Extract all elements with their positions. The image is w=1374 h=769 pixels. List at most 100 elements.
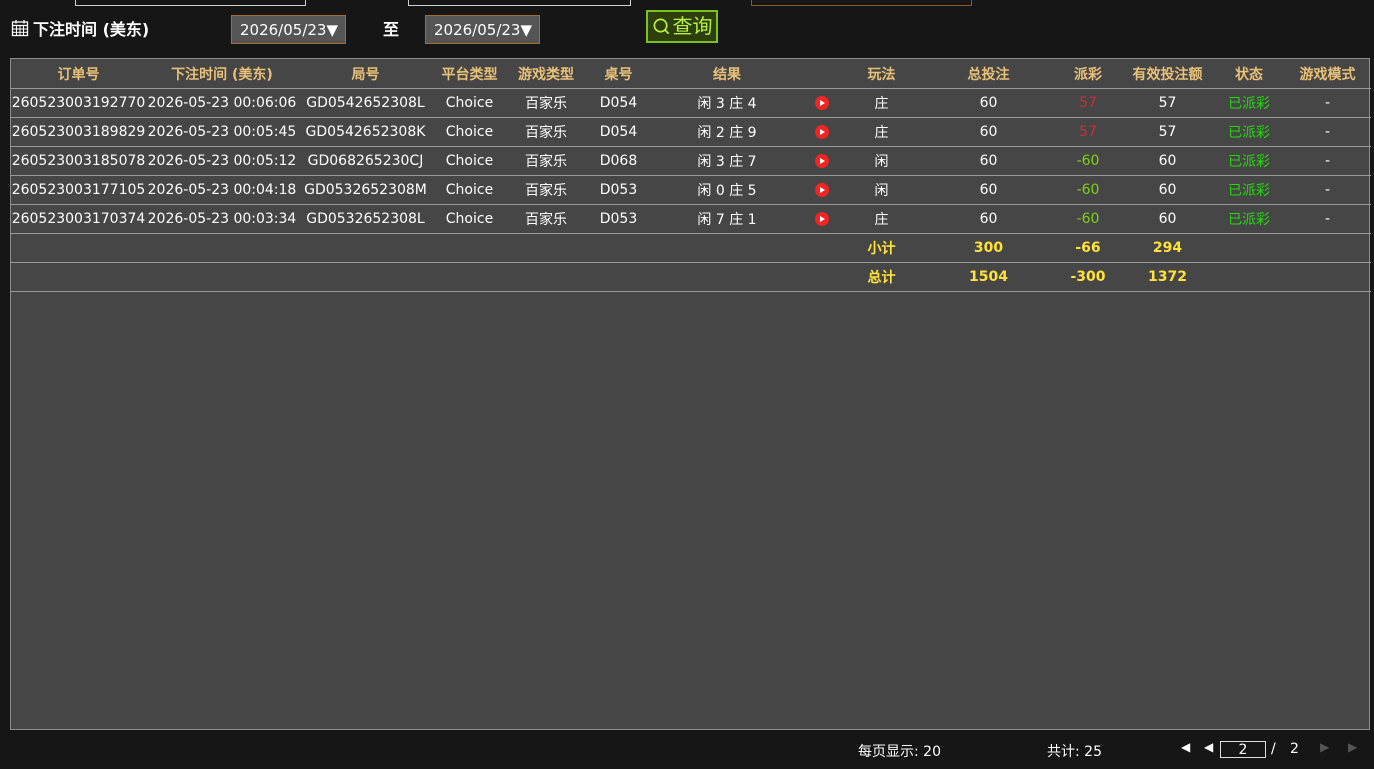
col-bet-time[interactable]: 下注时间 (美东) — [146, 59, 298, 89]
col-payout[interactable]: 派彩 — [1055, 59, 1121, 89]
query-button-label: 查询 — [672, 14, 713, 38]
col-status[interactable]: 状态 — [1214, 59, 1284, 89]
subtotal-bet: 300 — [922, 233, 1055, 263]
bet-time: 2026-05-23 00:05:45 — [146, 117, 298, 147]
game-type: 百家乐 — [506, 117, 586, 147]
table-row: 260523003170374 2026-05-23 00:03:34 GD05… — [11, 204, 1371, 234]
play: 闲 — [841, 175, 922, 205]
game-type: 百家乐 — [506, 204, 586, 234]
valid-bet: 60 — [1121, 146, 1214, 176]
total-bet: 60 — [922, 204, 1055, 234]
order-no: 260523003189829 — [11, 117, 146, 147]
to-label: 至 — [383, 20, 400, 39]
play: 庄 — [841, 204, 922, 234]
result: 闲 3 庄 4 — [651, 88, 803, 118]
replay-cell — [803, 88, 841, 118]
prev-page-icon[interactable]: ◀︎ — [1204, 740, 1213, 754]
play-icon[interactable] — [815, 183, 829, 197]
result: 闲 0 庄 5 — [651, 175, 803, 205]
page-separator: / — [1271, 741, 1276, 757]
replay-cell — [803, 117, 841, 147]
col-replay — [803, 59, 841, 89]
next-page-icon[interactable]: ▶︎ — [1320, 740, 1329, 754]
replay-cell — [803, 146, 841, 176]
subtotal-valid-bet: 294 — [1121, 233, 1214, 263]
bet-time: 2026-05-23 00:06:06 — [146, 88, 298, 118]
col-play[interactable]: 玩法 — [841, 59, 922, 89]
top-field-2[interactable] — [408, 0, 631, 6]
col-game-type[interactable]: 游戏类型 — [506, 59, 586, 89]
round-no: GD068265230CJ — [298, 146, 433, 176]
result: 闲 7 庄 1 — [651, 204, 803, 234]
game-mode: - — [1284, 175, 1371, 205]
total-bet: 60 — [922, 146, 1055, 176]
table-no: D068 — [586, 146, 651, 176]
col-game-mode[interactable]: 游戏模式 — [1284, 59, 1371, 89]
total-valid-bet: 1372 — [1121, 262, 1214, 292]
replay-cell — [803, 204, 841, 234]
valid-bet: 60 — [1121, 204, 1214, 234]
round-no: GD0532652308M — [298, 175, 433, 205]
col-result[interactable]: 结果 — [651, 59, 803, 89]
start-date-select[interactable]: 2026/05/23▼ — [231, 15, 346, 44]
col-total-bet[interactable]: 总投注 — [922, 59, 1055, 89]
bet-time: 2026-05-23 00:04:18 — [146, 175, 298, 205]
total-bet: 60 — [922, 88, 1055, 118]
play-icon[interactable] — [815, 96, 829, 110]
last-page-icon[interactable]: ▶︎ — [1348, 740, 1357, 754]
game-mode: - — [1284, 117, 1371, 147]
payout: 57 — [1055, 117, 1121, 147]
round-no: GD0542652308L — [298, 88, 433, 118]
page-number-input[interactable]: 2 — [1220, 741, 1266, 758]
table-row: 260523003189829 2026-05-23 00:05:45 GD05… — [11, 117, 1371, 147]
valid-bet: 57 — [1121, 88, 1214, 118]
round-no: GD0532652308L — [298, 204, 433, 234]
total-bet: 60 — [922, 175, 1055, 205]
table-no: D054 — [586, 117, 651, 147]
col-round-no[interactable]: 局号 — [298, 59, 433, 89]
table-row: 260523003177105 2026-05-23 00:04:18 GD05… — [11, 175, 1371, 205]
result: 闲 2 庄 9 — [651, 117, 803, 147]
top-field-3[interactable] — [751, 0, 972, 6]
payout: -60 — [1055, 204, 1121, 234]
game-mode: - — [1284, 88, 1371, 118]
play-icon[interactable] — [815, 125, 829, 139]
total-payout: -300 — [1055, 262, 1121, 292]
table-row: 260523003185078 2026-05-23 00:05:12 GD06… — [11, 146, 1371, 176]
col-valid-bet[interactable]: 有效投注额 — [1121, 59, 1214, 89]
col-table-no[interactable]: 桌号 — [586, 59, 651, 89]
play: 庄 — [841, 117, 922, 147]
search-icon — [653, 18, 669, 35]
status: 已派彩 — [1214, 175, 1284, 205]
round-no: GD0542652308K — [298, 117, 433, 147]
payout: -60 — [1055, 175, 1121, 205]
play-icon[interactable] — [815, 154, 829, 168]
table-row: 260523003192770 2026-05-23 00:06:06 GD05… — [11, 88, 1371, 118]
first-page-icon[interactable]: ◀︎ — [1181, 740, 1190, 754]
result: 闲 3 庄 7 — [651, 146, 803, 176]
total-bet: 60 — [922, 117, 1055, 147]
total-label: 总计 — [841, 262, 922, 292]
bet-records-table: 订单号 下注时间 (美东) 局号 平台类型 游戏类型 桌号 结果 玩法 总投注 … — [10, 58, 1371, 730]
order-no: 260523003185078 — [11, 146, 146, 176]
top-field-1[interactable] — [75, 0, 306, 6]
game-type: 百家乐 — [506, 175, 586, 205]
query-button[interactable]: 查询 — [646, 10, 718, 43]
play-icon[interactable] — [815, 212, 829, 226]
table-no: D053 — [586, 204, 651, 234]
total-row: 总计 1504 -300 1372 — [11, 262, 1371, 292]
col-order-no[interactable]: 订单号 — [11, 59, 146, 89]
payout: -60 — [1055, 146, 1121, 176]
calendar-icon[interactable] — [11, 19, 29, 37]
order-no: 260523003177105 — [11, 175, 146, 205]
end-date-select[interactable]: 2026/05/23▼ — [425, 15, 540, 44]
platform: Choice — [433, 117, 506, 147]
payout: 57 — [1055, 88, 1121, 118]
total-count-label: 共计: 25 — [1047, 744, 1102, 760]
table-header-row: 订单号 下注时间 (美东) 局号 平台类型 游戏类型 桌号 结果 玩法 总投注 … — [11, 59, 1371, 89]
platform: Choice — [433, 204, 506, 234]
subtotal-row: 小计 300 -66 294 — [11, 233, 1371, 263]
bet-time: 2026-05-23 00:05:12 — [146, 146, 298, 176]
bet-time: 2026-05-23 00:03:34 — [146, 204, 298, 234]
col-platform[interactable]: 平台类型 — [433, 59, 506, 89]
